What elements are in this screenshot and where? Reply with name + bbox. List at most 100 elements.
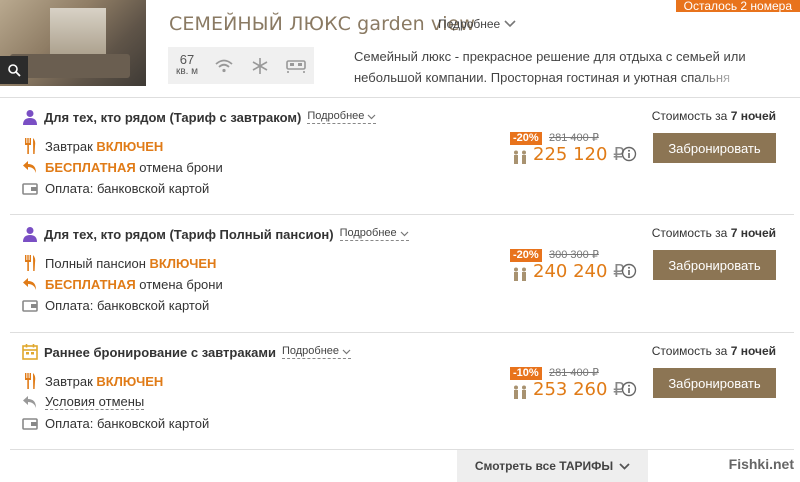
persons-icon: [511, 385, 529, 402]
cost-nights: 7 ночей: [730, 109, 776, 123]
divider: [0, 97, 800, 98]
payment-line: Оплата: банковской картой: [22, 415, 209, 431]
meal-prefix: Завтрак: [45, 373, 97, 389]
photo-window: [50, 8, 106, 60]
price-box: -20% 300 300 ₽ 240 240 ₽: [509, 249, 639, 289]
bed-icon: [278, 59, 314, 73]
divider: [10, 449, 794, 450]
meal-line: Завтрак ВКЛЮЧЕН: [22, 138, 163, 154]
payment-text: Оплата: банковской картой: [45, 415, 210, 431]
see-all-tariffs-label: Смотреть все ТАРИФЫ: [474, 459, 614, 473]
tariff-more-label: Подробнее: [339, 227, 397, 239]
chevron-down-icon: [504, 20, 516, 28]
new-price: 253 260 ₽: [533, 379, 625, 400]
person-icon: [22, 109, 38, 125]
amenities-bar: 67 кв. м: [168, 47, 314, 84]
wallet-icon: [22, 297, 38, 313]
meal-text: Завтрак ВКЛЮЧЕН: [45, 139, 163, 154]
fork-knife-icon: [22, 255, 38, 271]
see-all-tariffs-button[interactable]: Смотреть все ТАРИФЫ: [457, 450, 648, 482]
rooms-left-badge: Осталось 2 номера: [675, 0, 800, 12]
cancel-highlight: БЕСПЛАТНАЯ: [45, 276, 136, 292]
cost-label: Стоимость за 7 ночей: [652, 109, 776, 123]
meal-line: Полный пансион ВКЛЮЧЕН: [22, 255, 216, 271]
room-more-label: Подробнее: [438, 17, 501, 31]
meal-text: Завтрак ВКЛЮЧЕН: [45, 374, 163, 389]
undo-arrow-icon: [22, 159, 38, 175]
zoom-button[interactable]: [0, 56, 28, 84]
tariff-name: Для тех, кто рядом (Тариф Полный пансион…: [44, 226, 334, 242]
cancel-line: БЕСПЛАТНАЯ отмена брони: [22, 159, 223, 175]
wallet-icon: [22, 415, 38, 431]
tariff-title-row: Для тех, кто рядом (Тариф Полный пансион…: [22, 226, 409, 242]
cost-label: Стоимость за 7 ночей: [652, 226, 776, 240]
book-button[interactable]: Забронировать: [653, 133, 776, 163]
tariff-title-row: Раннее бронирование с завтраками Подробн…: [22, 344, 351, 360]
tariff-name: Раннее бронирование с завтраками: [44, 344, 276, 360]
price-box: -10% 281 400 ₽ 253 260 ₽: [509, 367, 639, 407]
tariff-name: Для тех, кто рядом (Тариф с завтраком): [44, 109, 302, 125]
persons-icon: [511, 150, 529, 167]
cost-prefix: Стоимость за: [651, 226, 731, 240]
room-photo[interactable]: [0, 0, 146, 86]
fork-knife-icon: [22, 138, 38, 154]
book-button[interactable]: Забронировать: [653, 250, 776, 280]
room-description: Семейный люкс - прекрасное решение для о…: [354, 46, 754, 86]
cancel-line: БЕСПЛАТНАЯ отмена брони: [22, 276, 223, 292]
undo-arrow-icon: [22, 394, 38, 410]
payment-text: Оплата: банковской картой: [45, 297, 210, 313]
cost-prefix: Стоимость за: [651, 344, 731, 358]
payment-line: Оплата: банковской картой: [22, 180, 209, 196]
new-price-value: 240 240: [533, 261, 608, 282]
room-title: СЕМЕЙНЫЙ ЛЮКС garden view: [169, 13, 476, 35]
tariff-row: Для тех, кто рядом (Тариф с завтраком) П…: [0, 109, 800, 209]
info-icon[interactable]: [621, 146, 637, 165]
new-price-value: 225 120: [533, 144, 608, 165]
new-price-value: 253 260: [533, 379, 608, 400]
tariff-more-link[interactable]: Подробнее: [281, 345, 351, 359]
tariff-more-link[interactable]: Подробнее: [339, 227, 409, 241]
info-icon[interactable]: [621, 381, 637, 400]
cancel-text: БЕСПЛАТНАЯ отмена брони: [45, 277, 223, 292]
new-price: 240 240 ₽: [533, 261, 625, 282]
cancel-text: БЕСПЛАТНАЯ отмена брони: [45, 160, 223, 175]
cost-prefix: Стоимость за: [651, 109, 731, 123]
chevron-down-icon: [342, 349, 351, 354]
tariff-more-link[interactable]: Подробнее: [307, 110, 377, 124]
cancel-line: Условия отмены: [22, 394, 145, 410]
wifi-icon: [206, 58, 242, 74]
fork-knife-icon: [22, 373, 38, 389]
cancel-conditions-link[interactable]: Условия отмены: [45, 394, 145, 410]
divider: [10, 214, 794, 215]
snowflake-icon: [242, 57, 278, 75]
tariff-more-label: Подробнее: [307, 110, 365, 122]
undo-arrow-icon: [22, 276, 38, 292]
wallet-icon: [22, 180, 38, 196]
tariff-row: Для тех, кто рядом (Тариф Полный пансион…: [0, 226, 800, 326]
magnifier-icon: [8, 64, 21, 77]
cost-label: Стоимость за 7 ночей: [652, 344, 776, 358]
divider: [10, 332, 794, 333]
calendar-icon: [22, 344, 38, 360]
book-button[interactable]: Забронировать: [653, 368, 776, 398]
area-value: 67: [179, 51, 195, 67]
room-more-link[interactable]: Подробнее: [438, 17, 516, 31]
persons-icon: [511, 267, 529, 284]
cost-nights: 7 ночей: [730, 344, 776, 358]
meal-line: Завтрак ВКЛЮЧЕН: [22, 373, 163, 389]
cancel-rest: отмена брони: [135, 276, 223, 292]
person-icon: [22, 226, 38, 242]
cancel-highlight: БЕСПЛАТНАЯ: [45, 159, 136, 175]
watermark: Fishki.net: [728, 456, 794, 472]
room-area: 67 кв. м: [168, 51, 206, 78]
room-header: СЕМЕЙНЫЙ ЛЮКС garden view Подробнее Оста…: [0, 0, 800, 96]
area-unit: кв. м: [175, 65, 199, 77]
meal-status: ВКЛЮЧЕН: [96, 373, 164, 389]
info-icon[interactable]: [621, 263, 637, 282]
meal-status: ВКЛЮЧЕН: [149, 255, 217, 271]
cancel-rest: отмена брони: [135, 159, 223, 175]
payment-line: Оплата: банковской картой: [22, 297, 209, 313]
tariff-row: Раннее бронирование с завтраками Подробн…: [0, 344, 800, 444]
new-price: 225 120 ₽: [533, 144, 625, 165]
tariff-more-label: Подробнее: [281, 345, 339, 357]
